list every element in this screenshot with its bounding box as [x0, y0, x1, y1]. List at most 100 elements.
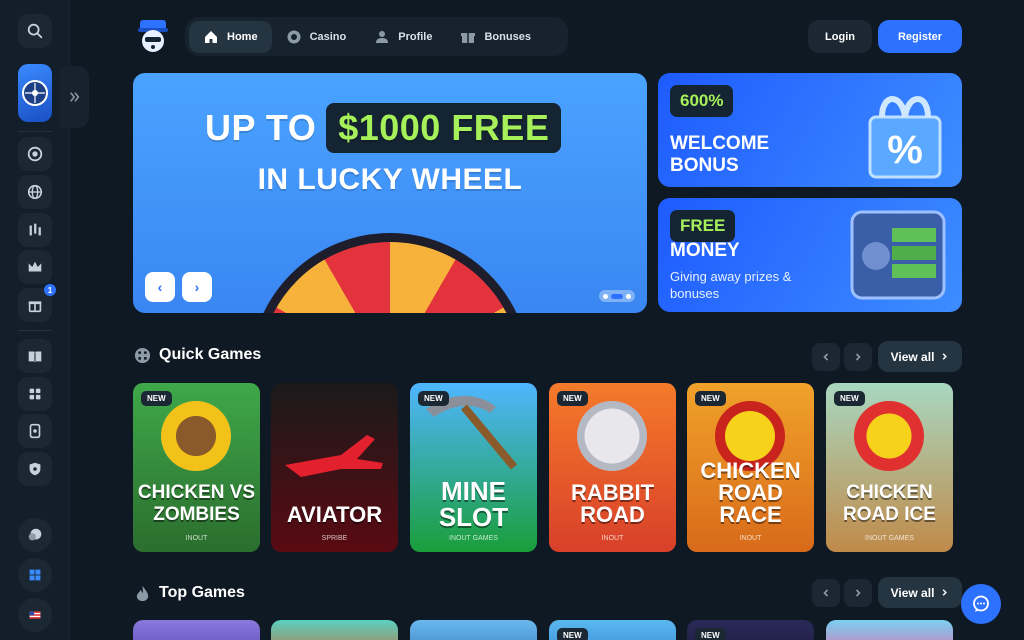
notification-badge: 1 — [44, 284, 56, 296]
top-games-prev-button[interactable] — [812, 579, 840, 607]
sidebar-item-security[interactable] — [18, 452, 52, 486]
search-button[interactable] — [18, 14, 52, 48]
promo-free-money[interactable]: FREE MONEY Giving away prizes & bonuses — [658, 198, 962, 312]
quick-games-next-button[interactable] — [844, 343, 872, 371]
carousel-dots[interactable] — [599, 290, 635, 302]
game-title: AVIATOR — [286, 502, 383, 527]
top-game-card[interactable] — [133, 620, 260, 640]
quick-games-heading: Quick Games — [134, 346, 261, 364]
top-game-card[interactable]: NEW — [549, 620, 676, 640]
game-provider: INOUT GAMES — [449, 535, 498, 542]
main-nav: Home Casino Profile Bonuses — [185, 17, 568, 56]
game-provider: INOUT — [601, 535, 624, 542]
new-badge: NEW — [141, 391, 172, 406]
register-button[interactable]: Register — [878, 20, 962, 53]
hero-highlight: $1000 FREE — [326, 103, 562, 153]
hero-subheadline: IN LUCKY WHEEL — [257, 163, 523, 196]
game-title: MINE SLOT — [438, 476, 509, 532]
nav-casino[interactable]: Casino — [272, 21, 361, 53]
quick-games-view-all[interactable]: View all — [878, 341, 962, 372]
promo-title: MONEY — [670, 240, 740, 261]
hero-next-button[interactable]: › — [182, 272, 212, 302]
sidebar-item-games[interactable] — [18, 377, 52, 411]
gift-box-illustration-icon: % — [868, 96, 942, 179]
game-card[interactable]: AVIATOR SPRIBE — [271, 383, 398, 552]
crown-icon — [28, 261, 42, 272]
top-game-card[interactable] — [271, 620, 398, 640]
carousel-dot-active[interactable] — [611, 293, 623, 299]
game-art — [854, 401, 924, 471]
nav-bonuses[interactable]: Bonuses — [446, 21, 544, 53]
hero-banner[interactable]: UP TO $1000 FREE IN LUCKY WHEEL ‹ › — [133, 73, 647, 313]
carousel-dot[interactable] — [603, 293, 608, 299]
new-badge: NEW — [695, 391, 726, 406]
chat-icon — [973, 595, 989, 612]
us-flag-icon — [29, 611, 41, 619]
flame-icon — [136, 585, 149, 601]
login-button[interactable]: Login — [808, 20, 872, 53]
section-title: Top Games — [159, 584, 245, 601]
carousel-dot[interactable] — [626, 293, 631, 299]
plane-icon — [285, 435, 383, 477]
windows-icon — [29, 569, 41, 581]
sidebar-item-sports[interactable] — [18, 213, 52, 247]
nav-home[interactable]: Home — [189, 20, 272, 53]
quick-games-prev-button[interactable] — [812, 343, 840, 371]
game-title: CHICKEN VS ZOMBIES — [137, 482, 256, 525]
sidebar-item-support[interactable] — [18, 518, 52, 552]
game-card[interactable]: NEW MINE SLOT INOUT GAMES — [410, 383, 537, 552]
new-badge: NEW — [418, 391, 449, 406]
top-games-view-all[interactable]: View all — [878, 577, 962, 608]
top-game-card[interactable] — [410, 620, 537, 640]
game-provider: INOUT — [739, 535, 762, 542]
game-card[interactable]: NEW CHICKEN ROAD ICE INOUT GAMES — [826, 383, 953, 552]
sidebar-item-casino[interactable] — [18, 137, 52, 171]
sidebar-item-gifts[interactable]: 1 — [18, 284, 56, 322]
lucky-wheel-shortcut[interactable] — [18, 64, 52, 122]
safe-money-illustration-icon — [850, 210, 946, 300]
sidebar-item-live[interactable] — [18, 175, 52, 209]
game-art — [161, 401, 231, 471]
game-title: CHICKEN ROAD ICE — [843, 482, 936, 525]
view-all-label: View all — [890, 585, 935, 600]
top-game-card[interactable] — [826, 620, 953, 640]
sidebar-item-download-windows[interactable] — [18, 558, 52, 592]
new-badge: NEW — [834, 391, 865, 406]
view-all-label: View all — [890, 349, 935, 364]
sidebar-divider — [18, 131, 52, 132]
sidebar-item-rules[interactable] — [18, 339, 52, 373]
chevron-left-icon — [823, 589, 829, 597]
top-games-heading: Top Games — [134, 584, 245, 602]
mascot-logo-icon — [138, 20, 168, 52]
site-logo[interactable] — [136, 18, 172, 54]
home-icon — [205, 30, 217, 43]
chevron-right-icon — [943, 589, 948, 596]
promo-tag: 600% — [670, 85, 734, 117]
new-badge: NEW — [557, 628, 588, 640]
top-games-next-button[interactable] — [844, 579, 872, 607]
game-provider: SPRIBE — [321, 535, 348, 542]
nav-profile[interactable]: Profile — [360, 21, 446, 53]
sidebar-expand-toggle[interactable] — [60, 66, 89, 128]
game-title: CHICKEN ROAD RACE — [700, 458, 801, 527]
book-icon — [28, 351, 42, 363]
top-game-card[interactable]: NEW — [687, 620, 814, 640]
gift-icon — [461, 32, 476, 43]
chip-icon — [287, 30, 301, 43]
sidebar-item-vip[interactable] — [18, 250, 52, 284]
puzzle-icon — [29, 388, 41, 400]
new-badge: NEW — [557, 391, 588, 406]
chevron-left-icon — [823, 353, 829, 361]
live-chat-button[interactable] — [961, 584, 1001, 624]
game-card[interactable]: NEW CHICKEN VS ZOMBIES INOUT — [133, 383, 260, 552]
game-card[interactable]: NEW RABBIT ROAD INOUT — [549, 383, 676, 552]
promo-welcome-bonus[interactable]: 600% WELCOME BONUS % — [658, 73, 962, 187]
chevron-right-icon — [943, 353, 948, 360]
language-selector[interactable] — [18, 598, 52, 632]
search-icon — [27, 23, 43, 39]
chevrons-right-icon — [69, 92, 79, 102]
hero-prev-button[interactable]: ‹ — [145, 272, 175, 302]
sidebar-item-promo[interactable] — [18, 414, 52, 448]
bars-icon — [29, 223, 41, 236]
game-card[interactable]: NEW CHICKEN ROAD RACE INOUT — [687, 383, 814, 552]
